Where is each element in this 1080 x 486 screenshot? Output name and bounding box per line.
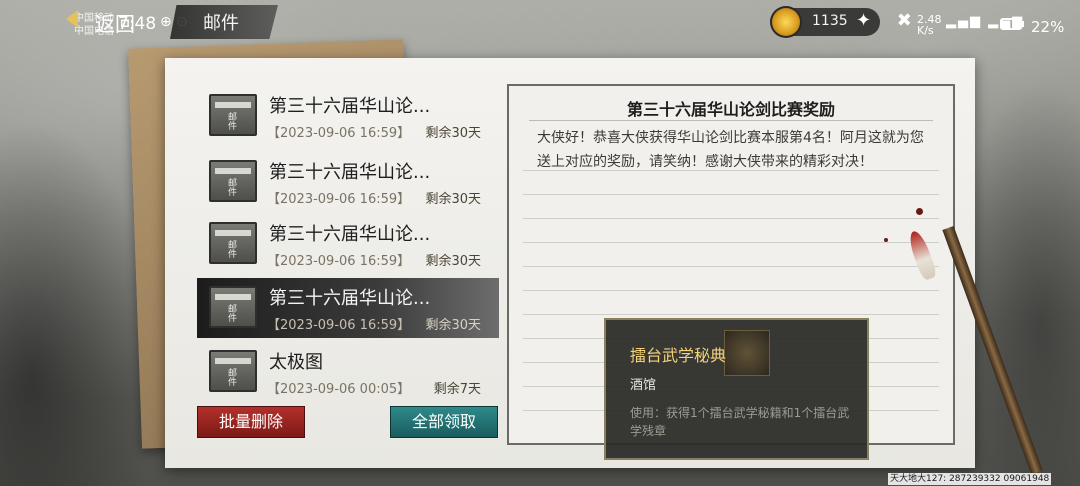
mail-date: 【2023-09-06 00:05】: [267, 382, 411, 397]
gold-ingot-icon: [772, 8, 800, 36]
mail-remaining: 剩余30天: [425, 254, 481, 269]
mail-list-item[interactable]: 太极图 【2023-09-06 00:05】 剩余7天: [197, 342, 499, 402]
mail-remaining: 剩余30天: [425, 192, 481, 207]
mail-remaining: 剩余30天: [425, 318, 481, 333]
server-info: 天大地大127: 287239332 09061948: [888, 473, 1052, 485]
page-title: 邮件: [203, 13, 239, 34]
back-button[interactable]: 返回: [95, 8, 135, 37]
ruled-line: [523, 218, 939, 219]
mail-date: 【2023-09-06 16:59】: [267, 192, 411, 207]
delete-all-button[interactable]: 批量删除: [197, 406, 305, 438]
mail-date: 【2023-09-06 16:59】: [267, 254, 411, 269]
battery-tip-icon: [1022, 21, 1024, 27]
mail-date: 【2023-09-06 16:59】: [267, 318, 411, 333]
mail-envelope-icon: [209, 94, 257, 136]
mail-list-item-selected[interactable]: 第三十六届华山论... 【2023-09-06 16:59】 剩余30天: [197, 278, 499, 338]
mail-title: 第三十六届华山论...: [269, 96, 431, 117]
mail-list: 第三十六届华山论... 【2023-09-06 16:59】 剩余30天 第三十…: [185, 82, 500, 438]
mail-title: 第三十六届华山论...: [269, 162, 431, 183]
gold-amount: 1135: [812, 13, 848, 29]
battery-percent: 22%: [1031, 18, 1065, 36]
ruled-line: [523, 266, 939, 267]
ruled-line: [523, 290, 939, 291]
mail-title: 第三十六届华山论...: [269, 288, 431, 309]
mail-envelope-icon: [209, 350, 257, 392]
mail-title: 第三十六届华山论...: [269, 224, 431, 245]
mail-list-item[interactable]: 第三十六届华山论... 【2023-09-06 16:59】 剩余30天: [197, 152, 499, 212]
mail-remaining: 剩余7天: [433, 382, 481, 397]
ink-drop: [916, 208, 923, 215]
ink-drop: [884, 238, 888, 242]
ruled-line: [523, 314, 939, 315]
quick-action-icons[interactable]: ✦ ✖: [856, 10, 922, 31]
item-tooltip: 擂台武学秘典 酒馆 使用：获得1个擂台武学秘籍和1个擂台武学残章: [604, 318, 869, 460]
net-speed-unit: K/s: [917, 24, 934, 37]
item-emblem-icon: [724, 330, 770, 376]
mail-list-item[interactable]: 第三十六届华山论... 【2023-09-06 16:59】 剩余30天: [197, 214, 499, 274]
item-description: 使用：获得1个擂台武学秘籍和1个擂台武学残章: [630, 406, 850, 438]
mail-list-item[interactable]: 第三十六届华山论... 【2023-09-06 16:59】 剩余30天: [197, 86, 499, 146]
mail-envelope-icon: [209, 160, 257, 202]
mail-title: 太极图: [269, 352, 323, 373]
mail-content-title: 第三十六届华山论剑比赛奖励: [626, 100, 835, 119]
network-speed: 2.48 K/s: [917, 14, 942, 36]
back-arrow-icon[interactable]: [66, 10, 78, 28]
claim-all-button[interactable]: 全部领取: [390, 406, 498, 438]
mail-remaining: 剩余30天: [425, 126, 481, 141]
item-name: 擂台武学秘典: [630, 346, 727, 365]
item-source: 酒馆: [630, 378, 657, 393]
battery-icon: [1000, 18, 1022, 30]
mail-envelope-icon: [209, 222, 257, 264]
ruled-line: [523, 194, 939, 195]
ruled-line: [523, 242, 939, 243]
title-divider: [529, 120, 933, 121]
mail-envelope-icon: [209, 286, 257, 328]
mail-date: 【2023-09-06 16:59】: [267, 126, 411, 141]
mail-content-body: 大侠好！恭喜大侠获得华山论剑比赛本服第4名！阿月这就为您送上对应的奖励，请笑纳！…: [537, 130, 924, 170]
